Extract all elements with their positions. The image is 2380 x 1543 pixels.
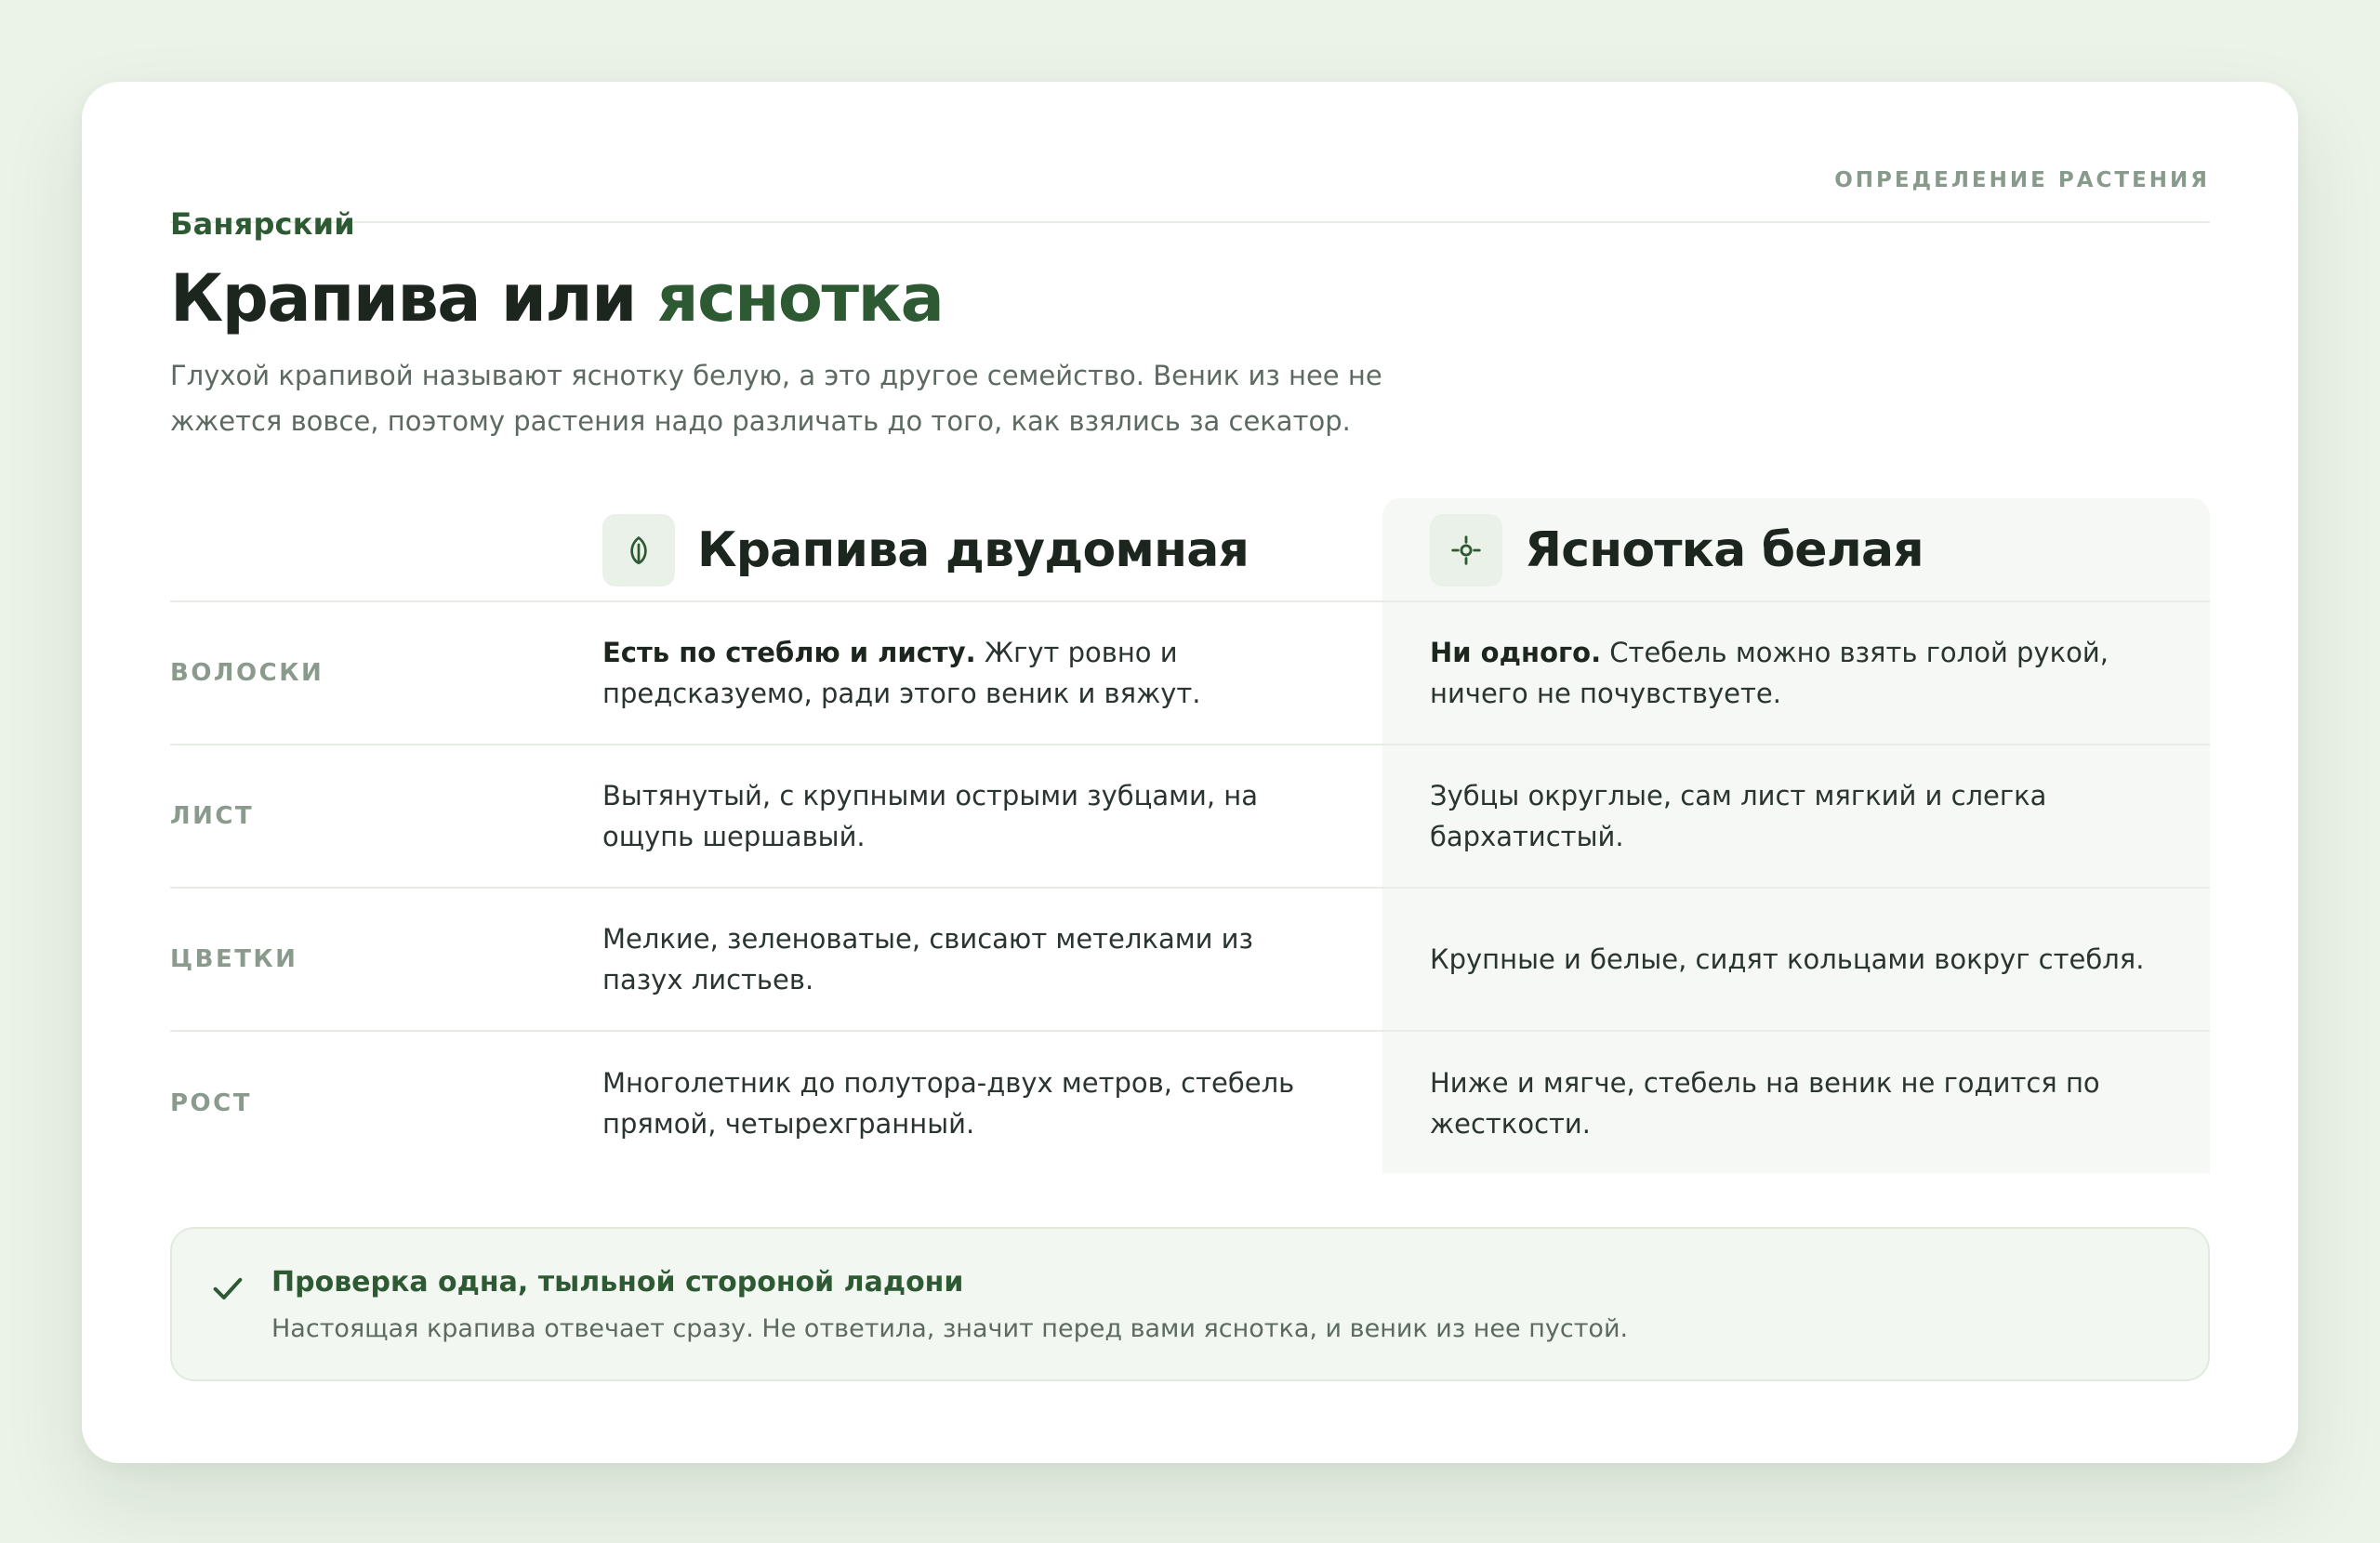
table-cell-deadnettle: Крупные и белые, сидят кольцами вокруг с… bbox=[1430, 889, 2174, 1030]
cell-text: Крупные и белые, сидят кольцами вокруг с… bbox=[1430, 943, 2145, 975]
table-cell-deadnettle: Зубцы округлые, сам лист мягкий и слегка… bbox=[1430, 745, 2174, 887]
brand-name[interactable]: Банярский bbox=[170, 206, 355, 242]
table-cell-nettle: Многолетник до полутора-двух метров, сте… bbox=[602, 1032, 1337, 1175]
table-cell-nettle: Есть по стеблю и листу. Жгут ровно и пре… bbox=[602, 602, 1337, 744]
cell-text: Многолетник до полутора-двух метров, сте… bbox=[602, 1067, 1295, 1140]
content-card: Банярский ОПРЕДЕЛЕНИЕ РАСТЕНИЯ Крапива и… bbox=[82, 82, 2298, 1463]
cell-emphasis: Ни одного. bbox=[1430, 637, 1602, 668]
cell-text: Мелкие, зеленоватые, свисают метелками и… bbox=[602, 923, 1253, 996]
flower-icon bbox=[1430, 514, 1502, 587]
row-label: ЦВЕТКИ bbox=[170, 945, 298, 973]
cell-text: Ниже и мягче, стебель на веник не годитс… bbox=[1430, 1067, 2100, 1140]
table-cell-nettle: Вытянутый, с крупными острыми зубцами, н… bbox=[602, 745, 1337, 887]
table-row: ВОЛОСКИ Есть по стеблю и листу. Жгут ров… bbox=[170, 602, 2210, 745]
page-subtitle: Глухой крапивой называют яснотку белую, … bbox=[170, 360, 1382, 437]
table-row: ЛИСТ Вытянутый, с крупными острыми зубца… bbox=[170, 745, 2210, 889]
title-accent: яснотка bbox=[656, 260, 945, 336]
table-cell-nettle: Мелкие, зеленоватые, свисают метелками и… bbox=[602, 889, 1337, 1030]
row-label: ВОЛОСКИ bbox=[170, 659, 324, 687]
comparison-table: Крапива двудомная Яснотка белая ВОЛОСКИ bbox=[170, 498, 2210, 1175]
tip-text: Настоящая крапива отвечает сразу. Не отв… bbox=[271, 1314, 1629, 1343]
page-header: Банярский ОПРЕДЕЛЕНИЕ РАСТЕНИЯ bbox=[170, 141, 2210, 242]
cell-text: Вытянутый, с крупными острыми зубцами, н… bbox=[602, 780, 1259, 852]
table-header: Крапива двудомная Яснотка белая bbox=[170, 498, 2210, 602]
table-row: ЦВЕТКИ Мелкие, зеленоватые, свисают мете… bbox=[170, 889, 2210, 1032]
table-row: РОСТ Многолетник до полутора-двух метров… bbox=[170, 1032, 2210, 1175]
column-header-nettle: Крапива двудомная bbox=[602, 498, 1250, 602]
row-label: ЛИСТ bbox=[170, 802, 255, 830]
title-main: Крапива или bbox=[170, 260, 657, 336]
column-name: Яснотка белая bbox=[1525, 522, 1924, 578]
cell-emphasis: Есть по стеблю и листу. bbox=[602, 637, 976, 668]
section-label: ОПРЕДЕЛЕНИЕ РАСТЕНИЯ bbox=[1834, 168, 2210, 192]
column-name: Крапива двудомная bbox=[697, 522, 1250, 578]
table-cell-deadnettle: Ниже и мягче, стебель на веник не годитс… bbox=[1430, 1032, 2174, 1175]
cell-text: Зубцы округлые, сам лист мягкий и слегка… bbox=[1430, 780, 2047, 852]
leaf-icon bbox=[602, 514, 675, 587]
tip-title: Проверка одна, тыльной стороной ладони bbox=[271, 1266, 964, 1299]
column-header-deadnettle: Яснотка белая bbox=[1430, 498, 1924, 602]
page-title: Крапива или яснотка bbox=[170, 260, 945, 336]
tip-callout: Проверка одна, тыльной стороной ладони Н… bbox=[170, 1227, 2210, 1381]
check-icon bbox=[213, 1277, 243, 1299]
table-cell-deadnettle: Ни одного. Стебель можно взять голой рук… bbox=[1430, 602, 2174, 744]
row-label: РОСТ bbox=[170, 1089, 252, 1117]
